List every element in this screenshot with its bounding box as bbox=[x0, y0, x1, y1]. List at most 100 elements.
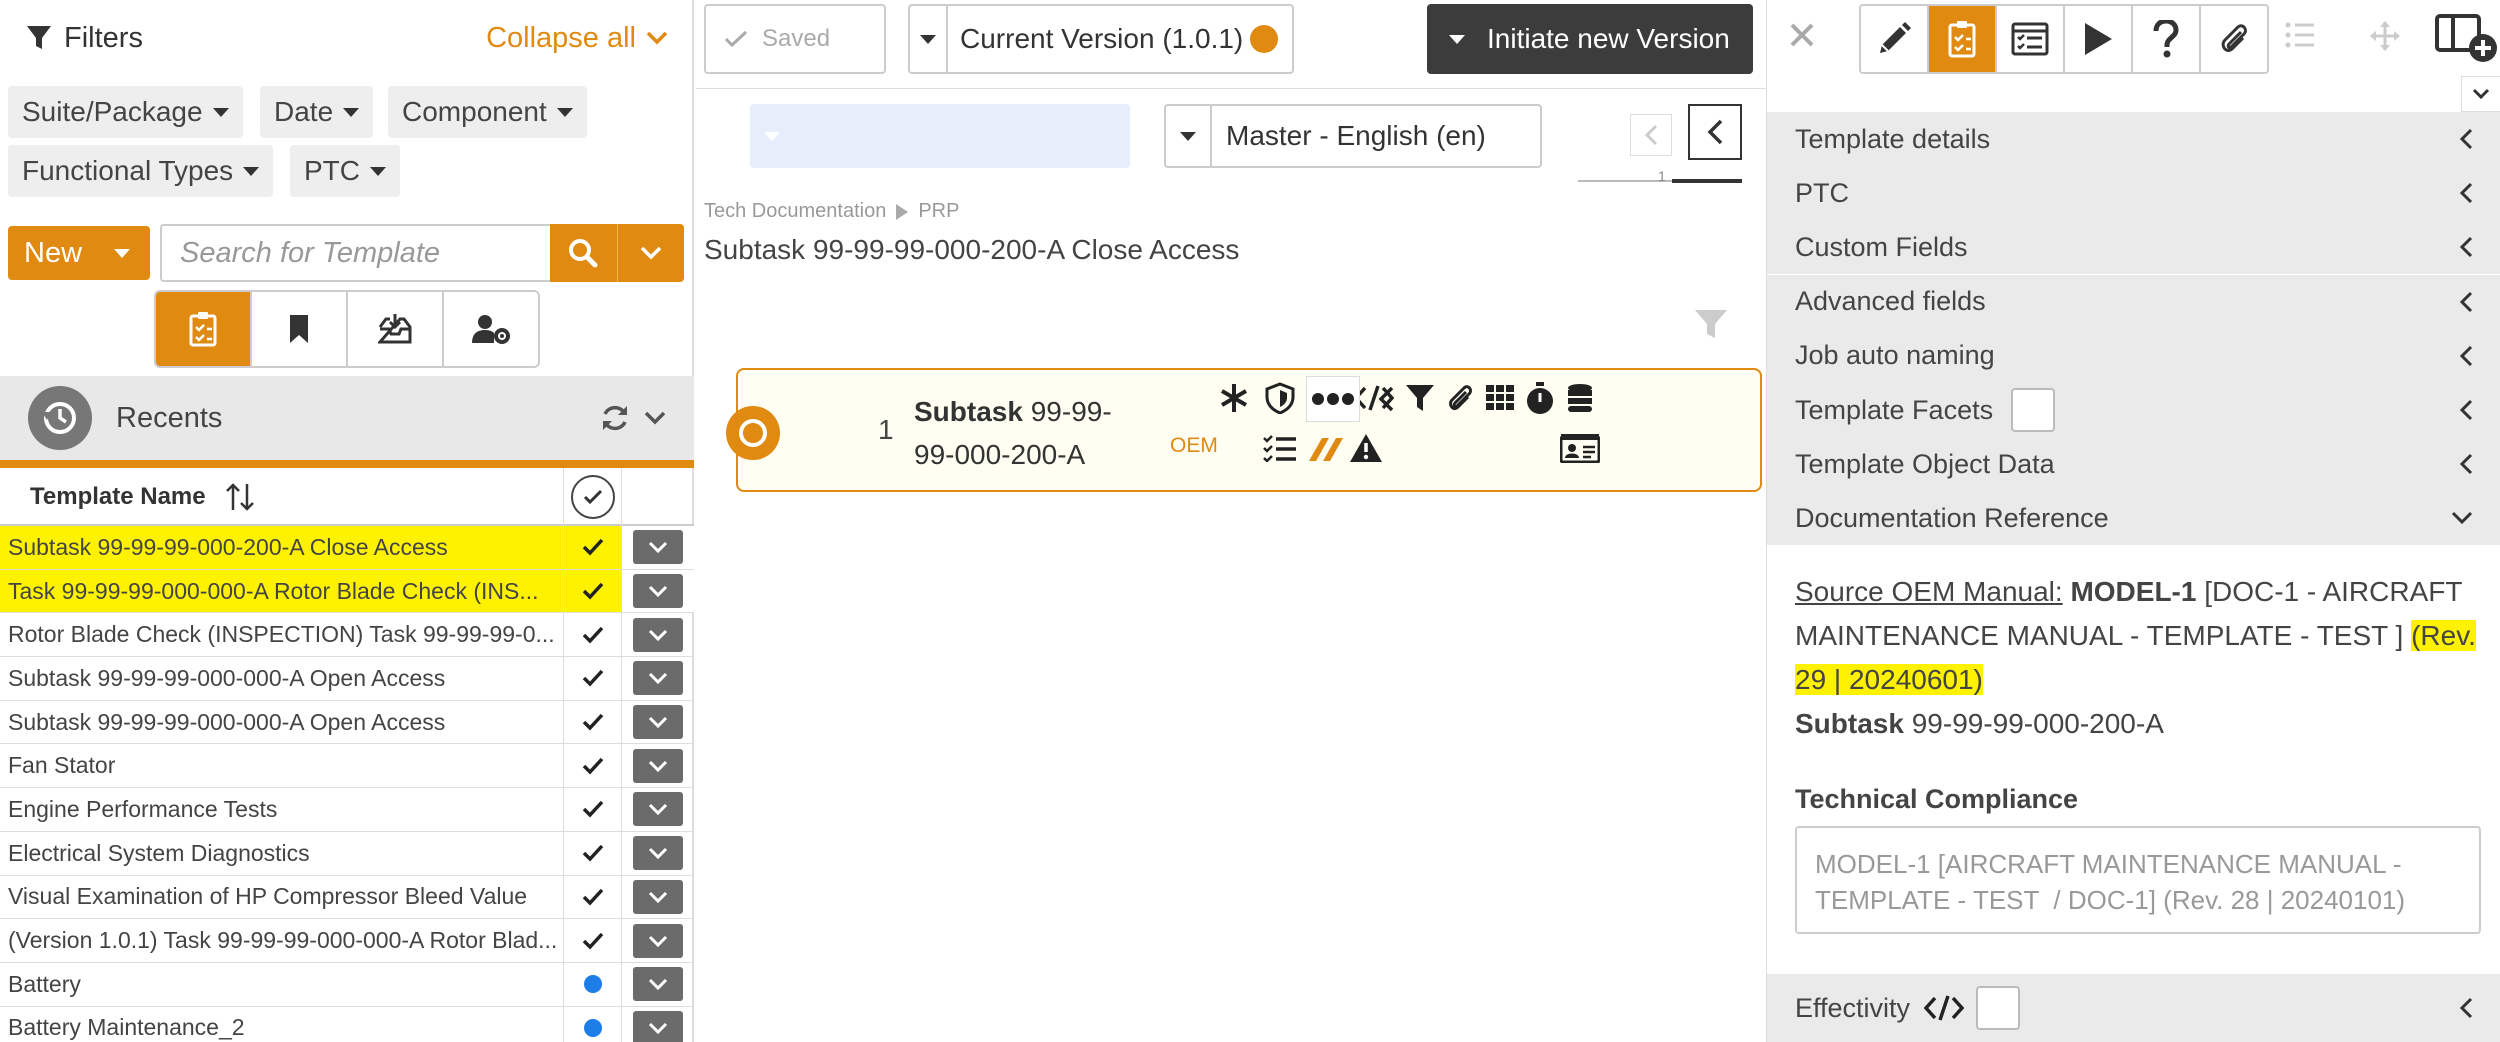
table-row[interactable]: Battery Maintenance_2 bbox=[0, 1006, 694, 1042]
id-card-icon[interactable] bbox=[1558, 426, 1602, 470]
template-name-cell[interactable]: Battery Maintenance_2 bbox=[0, 1007, 563, 1042]
collapse-all-button[interactable]: Collapse all bbox=[486, 22, 668, 55]
table-row[interactable]: Subtask 99-99-99-000-200-A Close Access bbox=[0, 526, 694, 570]
technical-compliance-field[interactable]: MODEL-1 [AIRCRAFT MAINTENANCE MANUAL - T… bbox=[1795, 826, 2481, 934]
more-actions-button[interactable] bbox=[1306, 376, 1360, 422]
column-header-status[interactable] bbox=[563, 468, 621, 526]
template-facets-checkbox[interactable] bbox=[2011, 388, 2056, 432]
edit-button[interactable] bbox=[1861, 6, 1929, 72]
filter-chip-functional-types[interactable]: Functional Types bbox=[8, 145, 274, 197]
row-menu-button[interactable] bbox=[633, 661, 683, 696]
table-row[interactable]: Subtask 99-99-99-000-000-A Open Access bbox=[0, 700, 694, 745]
template-name-cell[interactable]: Engine Performance Tests bbox=[0, 788, 563, 831]
section-template-details[interactable]: Template details bbox=[1767, 112, 2500, 166]
template-name-cell[interactable]: (Version 1.0.1) Task 99-99-99-000-000-A … bbox=[0, 919, 563, 962]
task-list-button[interactable] bbox=[1997, 6, 2065, 72]
row-menu-button[interactable] bbox=[633, 923, 683, 958]
section-effectivity[interactable]: Effectivity bbox=[1767, 974, 2500, 1042]
task-status-ring[interactable] bbox=[726, 406, 780, 460]
section-template-object-data[interactable]: Template Object Data bbox=[1767, 437, 2500, 492]
table-row[interactable]: Battery bbox=[0, 962, 694, 1007]
sort-icon[interactable] bbox=[224, 482, 256, 512]
dropdown-toggle[interactable] bbox=[750, 104, 794, 168]
template-name-cell[interactable]: Electrical System Diagnostics bbox=[0, 832, 563, 875]
checklist-button[interactable] bbox=[1929, 6, 1997, 72]
scroll-toggle[interactable] bbox=[2461, 76, 2500, 112]
row-menu-button[interactable] bbox=[633, 1010, 683, 1042]
section-template-facets[interactable]: Template Facets bbox=[1767, 383, 2500, 437]
stopwatch-icon[interactable] bbox=[1518, 376, 1562, 420]
filter-chip-suite-package[interactable]: Suite/Package bbox=[8, 86, 243, 138]
row-menu-button[interactable] bbox=[633, 879, 683, 914]
bookmarks-view-button[interactable] bbox=[252, 292, 348, 366]
filter-icon[interactable] bbox=[1694, 308, 1728, 340]
run-button[interactable] bbox=[2065, 6, 2133, 72]
table-row[interactable]: (Version 1.0.1) Task 99-99-99-000-000-A … bbox=[0, 919, 694, 963]
version-dropdown-toggle[interactable] bbox=[910, 6, 948, 72]
row-menu-button[interactable] bbox=[633, 967, 683, 1002]
collapse-panel-button[interactable] bbox=[1688, 104, 1742, 160]
search-button[interactable] bbox=[550, 224, 618, 282]
close-icon[interactable] bbox=[1787, 20, 1817, 50]
section-documentation-reference[interactable]: Documentation Reference bbox=[1767, 491, 2500, 546]
section-custom-fields[interactable]: Custom Fields bbox=[1767, 220, 2500, 275]
saved-button[interactable]: Saved bbox=[704, 4, 886, 74]
breadcrumb-item[interactable]: PRP bbox=[918, 200, 959, 223]
template-name-cell[interactable]: Task 99-99-99-000-000-A Rotor Blade Chec… bbox=[0, 569, 563, 613]
template-name-cell[interactable]: Fan Stator bbox=[0, 744, 563, 787]
chevron-down-icon[interactable] bbox=[644, 411, 666, 425]
column-header-template-name[interactable]: Template Name bbox=[30, 468, 256, 526]
version-select[interactable]: Current Version (1.0.1) bbox=[908, 4, 1294, 74]
filter-select[interactable] bbox=[750, 104, 1130, 168]
table-row[interactable]: Rotor Blade Check (INSPECTION) Task 99-9… bbox=[0, 613, 694, 658]
row-menu-button[interactable] bbox=[633, 792, 683, 827]
row-menu-button[interactable] bbox=[633, 836, 683, 871]
table-row[interactable]: Visual Examination of HP Compressor Blee… bbox=[0, 875, 694, 920]
add-layout-icon[interactable] bbox=[2435, 8, 2500, 64]
paperclip-icon[interactable] bbox=[1438, 376, 1482, 420]
user-settings-view-button[interactable] bbox=[444, 292, 538, 366]
template-name-cell[interactable]: Rotor Blade Check (INSPECTION) Task 99-9… bbox=[0, 613, 563, 656]
inbox-view-button[interactable] bbox=[348, 292, 444, 366]
filters-toggle[interactable]: Filters bbox=[26, 22, 143, 55]
table-row[interactable]: Engine Performance Tests bbox=[0, 788, 694, 832]
effectivity-checkbox[interactable] bbox=[1976, 986, 2021, 1030]
help-button[interactable] bbox=[2133, 6, 2201, 72]
table-row[interactable]: Electrical System Diagnostics bbox=[0, 831, 694, 876]
section-ptc[interactable]: PTC bbox=[1767, 166, 2500, 221]
search-options-button[interactable] bbox=[618, 224, 685, 282]
language-select[interactable]: Master - English (en) bbox=[1164, 104, 1542, 168]
recents-header[interactable]: Recents bbox=[0, 376, 694, 460]
shield-icon[interactable] bbox=[1258, 376, 1302, 420]
language-dropdown-toggle[interactable] bbox=[1166, 106, 1212, 166]
warning-icon[interactable] bbox=[1344, 426, 1388, 470]
table-row[interactable]: Subtask 99-99-99-000-000-A Open Access bbox=[0, 657, 694, 701]
filter-chip-component[interactable]: Component bbox=[388, 86, 587, 138]
row-menu-button[interactable] bbox=[633, 705, 683, 740]
previous-page-button[interactable] bbox=[1630, 114, 1672, 156]
template-name-cell[interactable]: Visual Examination of HP Compressor Blee… bbox=[0, 876, 563, 919]
grid-icon[interactable] bbox=[1478, 376, 1522, 420]
row-menu-button[interactable] bbox=[633, 748, 683, 783]
table-row[interactable]: Fan Stator bbox=[0, 744, 694, 789]
template-name-cell[interactable]: Battery bbox=[0, 963, 563, 1006]
template-search-input[interactable] bbox=[160, 224, 552, 282]
asterisk-icon[interactable] bbox=[1212, 376, 1256, 420]
new-template-button[interactable]: New bbox=[8, 226, 150, 280]
section-advanced-fields[interactable]: Advanced fields bbox=[1767, 274, 2500, 329]
templates-view-button[interactable] bbox=[156, 292, 252, 366]
row-menu-button[interactable] bbox=[633, 617, 683, 652]
refresh-icon[interactable] bbox=[600, 403, 630, 433]
list-check-icon[interactable] bbox=[1258, 426, 1302, 470]
initiate-new-version-button[interactable]: Initiate new Version bbox=[1427, 4, 1753, 74]
row-menu-button[interactable] bbox=[633, 530, 683, 565]
breadcrumb-item[interactable]: Tech Documentation bbox=[704, 200, 886, 223]
row-menu-button[interactable] bbox=[633, 574, 683, 609]
template-name-cell[interactable]: Subtask 99-99-99-000-000-A Open Access bbox=[0, 701, 563, 744]
template-name-cell[interactable]: Subtask 99-99-99-000-000-A Open Access bbox=[0, 657, 563, 700]
expand-card-button[interactable] bbox=[1366, 376, 1406, 422]
database-icon[interactable] bbox=[1558, 376, 1602, 420]
task-card[interactable]: 1 Subtask 99-99-99-000-200-A OEM bbox=[726, 368, 1762, 492]
section-job-auto-naming[interactable]: Job auto naming bbox=[1767, 328, 2500, 383]
filter-chip-ptc[interactable]: PTC bbox=[290, 145, 400, 197]
